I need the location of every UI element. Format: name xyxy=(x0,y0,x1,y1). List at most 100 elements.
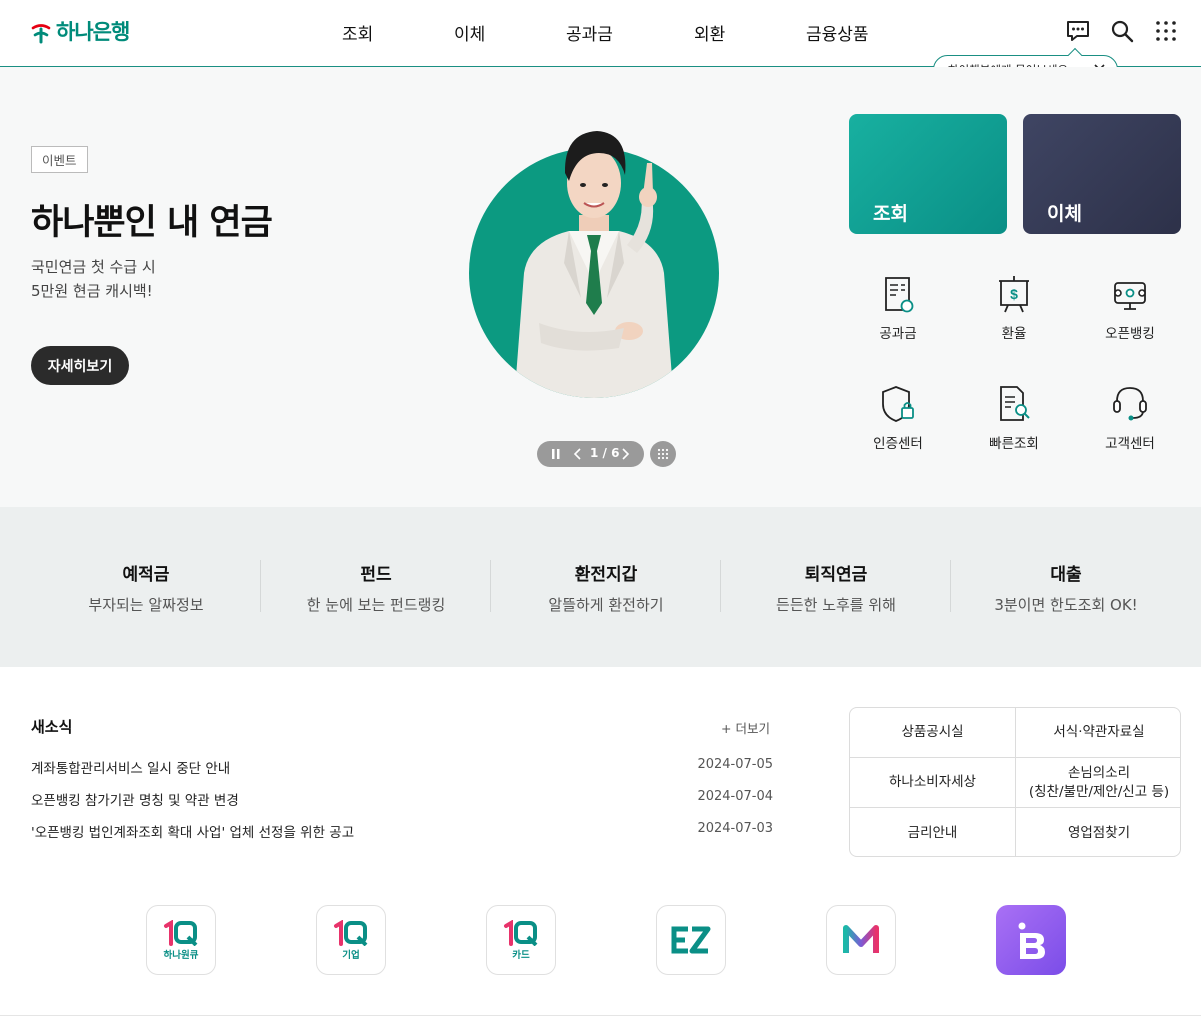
news-item[interactable]: 오픈뱅킹 참가기관 명칭 및 약관 변경 2024-07-04 xyxy=(31,789,773,809)
chatbot-button[interactable] xyxy=(1065,18,1091,44)
quick-transfer-button[interactable]: 이체 xyxy=(1023,114,1181,234)
product-links-band: 예적금 부자되는 알짜정보 펀드 한 눈에 보는 펀드랭킹 환전지갑 알뜰하게 … xyxy=(0,507,1201,667)
nav-utility-bills[interactable]: 공과금 xyxy=(566,20,613,45)
chevron-right-icon[interactable] xyxy=(620,447,630,461)
quick-fast-inquiry-label: 빠른조회 xyxy=(989,436,1039,452)
nav-inquiry[interactable]: 조회 xyxy=(342,20,373,45)
product-subtitle: 부자되는 알짜정보 xyxy=(88,596,204,614)
product-subtitle: 한 눈에 보는 펀드랭킹 xyxy=(306,596,446,614)
exchange-rate-icon: $ xyxy=(999,276,1029,313)
logo-text: 하나은행 xyxy=(56,20,130,44)
headset-icon xyxy=(1113,387,1147,421)
product-loan-link[interactable]: 대출 3분이면 한도조회 OK! xyxy=(951,560,1181,614)
quick-utility-bills[interactable]: 공과금 xyxy=(848,272,948,352)
app-hana-1q[interactable]: 하나원큐 xyxy=(146,905,216,975)
product-title: 대출 xyxy=(1050,565,1082,585)
hero-description: 국민연금 첫 수급 시 5만원 현금 캐시백! xyxy=(31,255,156,303)
app-label: 하나원큐 xyxy=(163,949,199,961)
app-b[interactable] xyxy=(996,905,1066,975)
chevron-left-icon[interactable] xyxy=(573,447,583,461)
hana-1q-logo-icon xyxy=(164,919,198,946)
product-title: 예적금 xyxy=(122,565,170,585)
news-item[interactable]: 계좌통합관리서비스 일시 중단 안내 2024-07-05 xyxy=(31,757,773,777)
product-subtitle: 알뜰하게 환전하기 xyxy=(548,596,664,614)
hero-desc-line-2: 5만원 현금 캐시백! xyxy=(31,282,153,300)
product-deposit-link[interactable]: 예적금 부자되는 알짜정보 xyxy=(31,560,261,614)
svg-text:$: $ xyxy=(1010,286,1018,302)
quick-open-banking-label: 오픈뱅킹 xyxy=(1105,326,1155,342)
ez-logo-icon xyxy=(671,926,711,954)
nav-foreign-exchange[interactable]: 외환 xyxy=(694,20,725,45)
quick-fast-inquiry[interactable]: 빠른조회 xyxy=(964,382,1064,462)
quick-certificate-center[interactable]: 인증센터 xyxy=(848,382,948,462)
app-label: 카드 xyxy=(512,949,530,961)
hana-logo-icon xyxy=(31,24,51,44)
product-title: 퇴직연금 xyxy=(804,565,868,585)
news-item-title: 계좌통합관리서비스 일시 중단 안내 xyxy=(31,761,231,777)
hana-bank-logo[interactable]: 하나은행 xyxy=(30,16,130,46)
hero-detail-button[interactable]: 자세히보기 xyxy=(31,346,129,385)
quick-certificate-center-label: 인증센터 xyxy=(873,436,923,452)
grid-menu-icon xyxy=(1156,21,1176,41)
quick-open-banking[interactable]: 오픈뱅킹 xyxy=(1080,272,1180,352)
banner-pager: 1 / 6 xyxy=(537,441,644,467)
quick-utility-bills-label: 공과금 xyxy=(879,326,917,342)
news-more-link[interactable]: + 더보기 xyxy=(721,718,770,737)
product-title: 펀드 xyxy=(360,565,392,585)
bill-icon xyxy=(885,277,914,313)
search-icon xyxy=(1111,20,1134,43)
hana-1q-logo-icon xyxy=(504,919,538,946)
hero-title: 하나뿐인 내 연금 xyxy=(31,203,273,243)
forms-terms-link[interactable]: 서식·약관자료실 xyxy=(1016,708,1180,758)
news-item[interactable]: '오픈뱅킹 법인계좌조회 확대 사업' 업체 선정을 위한 공고 2024-07… xyxy=(31,821,773,841)
app-hana-1q-business[interactable]: 기업 xyxy=(316,905,386,975)
nav-financial-products[interactable]: 금융상품 xyxy=(806,20,869,45)
chat-bubble-icon xyxy=(1067,21,1089,41)
dots-grid-icon xyxy=(657,448,669,460)
customer-voice-link[interactable]: 손님의소리 (칭찬/불만/제안/신고 등) xyxy=(1016,758,1180,808)
app-ez[interactable] xyxy=(656,905,726,975)
product-exchange-wallet-link[interactable]: 환전지갑 알뜰하게 환전하기 xyxy=(491,560,721,614)
product-title: 환전지갑 xyxy=(574,565,638,585)
quick-inquiry-button[interactable]: 조회 xyxy=(849,114,1007,234)
news-item-date: 2024-07-04 xyxy=(697,789,773,804)
hero-model-image[interactable] xyxy=(469,123,719,403)
product-subtitle: 3분이면 한도조회 OK! xyxy=(994,596,1138,614)
quick-customer-center[interactable]: 고객센터 xyxy=(1080,382,1180,462)
product-disclosure-link[interactable]: 상품공시실 xyxy=(850,708,1016,758)
hero-desc-line-1: 국민연금 첫 수급 시 xyxy=(31,258,156,276)
m-logo-icon xyxy=(843,925,879,953)
customer-voice-title: 손님의소리 xyxy=(1067,764,1131,781)
document-search-icon xyxy=(1000,386,1030,421)
service-links-grid: 상품공시실 서식·약관자료실 하나소비자세상 손님의소리 (칭찬/불만/제안/신… xyxy=(849,707,1181,857)
search-button[interactable] xyxy=(1109,18,1135,44)
interest-rate-link[interactable]: 금리안내 xyxy=(850,808,1016,856)
open-banking-icon xyxy=(1114,282,1146,310)
footer-divider xyxy=(0,1015,1201,1016)
news-item-title: '오픈뱅킹 법인계좌조회 확대 사업' 업체 선정을 위한 공고 xyxy=(31,825,355,841)
branch-finder-link[interactable]: 영업점찾기 xyxy=(1016,808,1180,856)
news-item-date: 2024-07-05 xyxy=(697,757,773,772)
app-m[interactable] xyxy=(826,905,896,975)
banner-all-button[interactable] xyxy=(650,441,676,467)
news-item-title: 오픈뱅킹 참가기관 명칭 및 약관 변경 xyxy=(31,793,239,809)
b-logo-icon xyxy=(1018,922,1045,959)
consumer-world-link[interactable]: 하나소비자세상 xyxy=(850,758,1016,808)
all-menu-button[interactable] xyxy=(1153,18,1179,44)
app-hana-1q-card[interactable]: 카드 xyxy=(486,905,556,975)
event-tag: 이벤트 xyxy=(31,146,88,173)
quick-customer-center-label: 고객센터 xyxy=(1105,436,1155,452)
pause-icon[interactable] xyxy=(551,448,561,460)
product-retirement-pension-link[interactable]: 퇴직연금 든든한 노후를 위해 xyxy=(721,560,951,614)
quick-exchange-rate[interactable]: $ 환율 xyxy=(964,272,1064,352)
news-section-title: 새소식 xyxy=(31,718,73,736)
hero-banner: 이벤트 하나뿐인 내 연금 국민연금 첫 수급 시 5만원 현금 캐시백! 자세… xyxy=(0,67,1201,507)
quick-exchange-rate-label: 환율 xyxy=(1001,326,1027,342)
customer-voice-subtitle: (칭찬/불만/제안/신고 등) xyxy=(1028,783,1170,800)
product-subtitle: 든든한 노후를 위해 xyxy=(776,596,896,614)
app-label: 기업 xyxy=(342,949,360,961)
news-item-date: 2024-07-03 xyxy=(697,821,773,836)
nav-transfer[interactable]: 이체 xyxy=(454,20,485,45)
product-fund-link[interactable]: 펀드 한 눈에 보는 펀드랭킹 xyxy=(261,560,491,614)
certificate-shield-icon xyxy=(882,386,914,422)
